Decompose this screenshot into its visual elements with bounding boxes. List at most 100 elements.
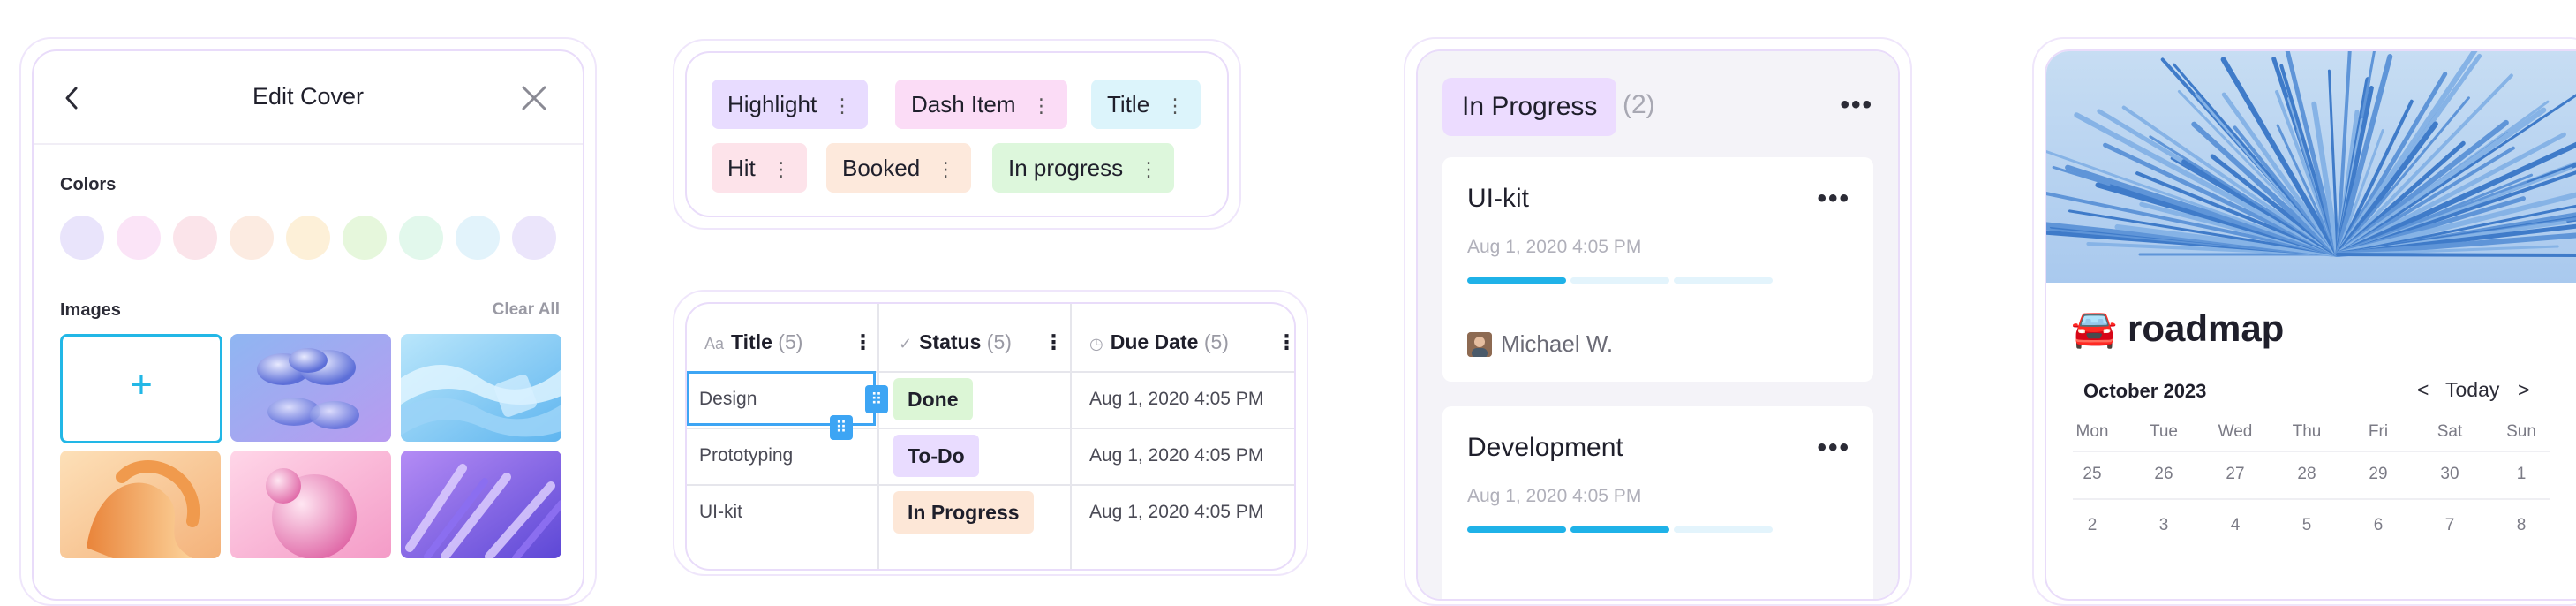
column-header-status[interactable]: ✓ Status (5)	[899, 330, 1012, 354]
tag-chip[interactable]: Dash Item ⋮	[895, 80, 1067, 129]
color-swatch[interactable]	[343, 216, 387, 260]
tag-menu-icon[interactable]: ⋮	[832, 95, 852, 117]
status-pill[interactable]: Done	[893, 378, 973, 420]
calendar-day[interactable]: 4	[2209, 516, 2262, 535]
color-swatch[interactable]	[117, 216, 161, 260]
column-header-due-label: Due Date	[1110, 330, 1199, 353]
drag-handle-icon[interactable]: ⠿	[865, 385, 888, 413]
tag-chip[interactable]: Hit ⋮	[712, 143, 807, 193]
orange-ribbon-image	[60, 451, 221, 558]
table-cell-due[interactable]: Aug 1, 2020 4:05 PM	[1089, 445, 1263, 466]
task-card-title: UI-kit	[1467, 184, 1529, 213]
column-menu-icon[interactable]: •••	[1840, 90, 1873, 120]
color-swatch[interactable]	[286, 216, 330, 260]
roadmap-cover-image[interactable]	[2046, 51, 2576, 283]
calendar-day[interactable]: 6	[2352, 516, 2405, 535]
colors-label: Colors	[60, 175, 117, 194]
color-swatch[interactable]	[173, 216, 217, 260]
tag-menu-icon[interactable]: ⋮	[1165, 95, 1185, 117]
calendar-day[interactable]: 28	[2280, 465, 2333, 484]
card-menu-icon[interactable]: •••	[1817, 184, 1850, 214]
table-divider	[687, 428, 1294, 429]
calendar-weekday: Tue	[2149, 422, 2179, 441]
today-button[interactable]: Today	[2445, 378, 2499, 402]
table-cell-title[interactable]: Prototyping	[699, 445, 793, 466]
roadmap-title: 🚘 roadmap	[2071, 307, 2284, 351]
clear-all-button[interactable]: Clear All	[493, 300, 560, 320]
calendar-day[interactable]: 2	[2066, 516, 2119, 535]
blue-spikes-cover-image	[2046, 51, 2576, 283]
tag-menu-icon[interactable]: ⋮	[1139, 158, 1158, 180]
progress-bar	[1467, 526, 1773, 534]
cover-image-blue-waves[interactable]	[401, 334, 561, 442]
color-swatch[interactable]	[512, 216, 556, 260]
column-header-title[interactable]: Aa Title (5)	[704, 330, 802, 354]
cover-image-purple-tubes[interactable]	[401, 451, 561, 558]
table-cell-due[interactable]: Aug 1, 2020 4:05 PM	[1089, 502, 1263, 523]
in-progress-panel: In Progress (2) ••• UI-kit ••• Aug 1, 20…	[1416, 49, 1900, 601]
next-month-icon[interactable]: >	[2518, 378, 2529, 402]
color-swatch[interactable]	[456, 216, 500, 260]
cover-image-blue-spheres[interactable]	[230, 334, 391, 442]
calendar-day[interactable]: 5	[2280, 516, 2333, 535]
drag-handle-icon[interactable]: ⠿	[830, 415, 853, 440]
column-menu-icon[interactable]: ⋮	[1277, 330, 1294, 354]
calendar-row-divider	[2073, 451, 2550, 452]
text-type-icon: Aa	[704, 335, 725, 352]
tag-label: Dash Item	[911, 91, 1016, 117]
column-status-badge[interactable]: In Progress	[1442, 78, 1617, 136]
color-swatch[interactable]	[399, 216, 443, 260]
prev-month-icon[interactable]: <	[2417, 378, 2429, 402]
avatar	[1467, 332, 1492, 357]
tag-menu-icon[interactable]: ⋮	[772, 158, 791, 180]
tags-panel: Highlight ⋮ Dash Item ⋮ Title ⋮ Hit ⋮ Booked ⋮ In …	[685, 51, 1229, 217]
column-header-due-count: (5)	[1203, 330, 1229, 353]
calendar-day[interactable]: 7	[2423, 516, 2476, 535]
progress-segment	[1674, 526, 1773, 533]
card-menu-icon[interactable]: •••	[1817, 433, 1850, 463]
tag-chip[interactable]: Title ⋮	[1091, 80, 1201, 129]
table-cell-title[interactable]: Design	[699, 389, 757, 410]
table-divider	[687, 484, 1294, 486]
table-cell-due[interactable]: Aug 1, 2020 4:05 PM	[1089, 389, 1263, 410]
add-image-button[interactable]: +	[60, 334, 222, 443]
progress-fill	[1467, 277, 1566, 284]
cover-image-pink-blob[interactable]	[230, 451, 391, 558]
calendar-weekday: Thu	[2292, 422, 2322, 441]
table-cell-title[interactable]: UI-kit	[699, 502, 742, 523]
task-card[interactable]: UI-kit ••• Aug 1, 2020 4:05 PM Michael W…	[1442, 157, 1873, 382]
tag-menu-icon[interactable]: ⋮	[1032, 95, 1051, 117]
calendar-day[interactable]: 1	[2495, 465, 2548, 484]
status-pill[interactable]: In Progress	[893, 491, 1034, 534]
spike	[2336, 253, 2576, 258]
calendar-day[interactable]: 30	[2423, 465, 2476, 484]
cover-image-orange-ribbon[interactable]	[60, 451, 221, 558]
tag-label: In progress	[1008, 155, 1124, 181]
calendar-day[interactable]: 27	[2209, 465, 2262, 484]
tag-chip[interactable]: Highlight ⋮	[712, 80, 869, 129]
status-pill[interactable]: To-Do	[893, 435, 979, 477]
color-swatch[interactable]	[230, 216, 274, 260]
tag-chip[interactable]: In progress ⋮	[992, 143, 1175, 193]
close-icon[interactable]	[519, 83, 549, 113]
calendar-day[interactable]: 8	[2495, 516, 2548, 535]
tag-chip[interactable]: Booked ⋮	[826, 143, 972, 193]
calendar-day[interactable]: 26	[2137, 465, 2190, 484]
column-menu-icon[interactable]: ⋮	[853, 330, 873, 354]
calendar-day[interactable]: 29	[2352, 465, 2405, 484]
edit-cover-title: Edit Cover	[252, 83, 365, 110]
edit-cover-frame: Edit Cover Colors Images Clear All +	[19, 37, 597, 606]
column-header-due-date[interactable]: ◷ Due Date (5)	[1089, 330, 1229, 354]
column-menu-icon[interactable]: ⋮	[1043, 330, 1064, 354]
calendar-day[interactable]: 25	[2066, 465, 2119, 484]
plus-icon: +	[130, 363, 153, 406]
task-card[interactable]: Development ••• Aug 1, 2020 4:05 PM	[1442, 406, 1873, 599]
calendar-row-divider	[2073, 498, 2550, 500]
color-swatch[interactable]	[60, 216, 104, 260]
tag-menu-icon[interactable]: ⋮	[936, 158, 955, 180]
abstract-waves-image	[401, 334, 561, 442]
car-emoji-icon: 🚘	[2071, 307, 2118, 349]
tag-label: Booked	[842, 155, 921, 181]
progress-fill	[1570, 526, 1669, 533]
calendar-day[interactable]: 3	[2137, 516, 2190, 535]
